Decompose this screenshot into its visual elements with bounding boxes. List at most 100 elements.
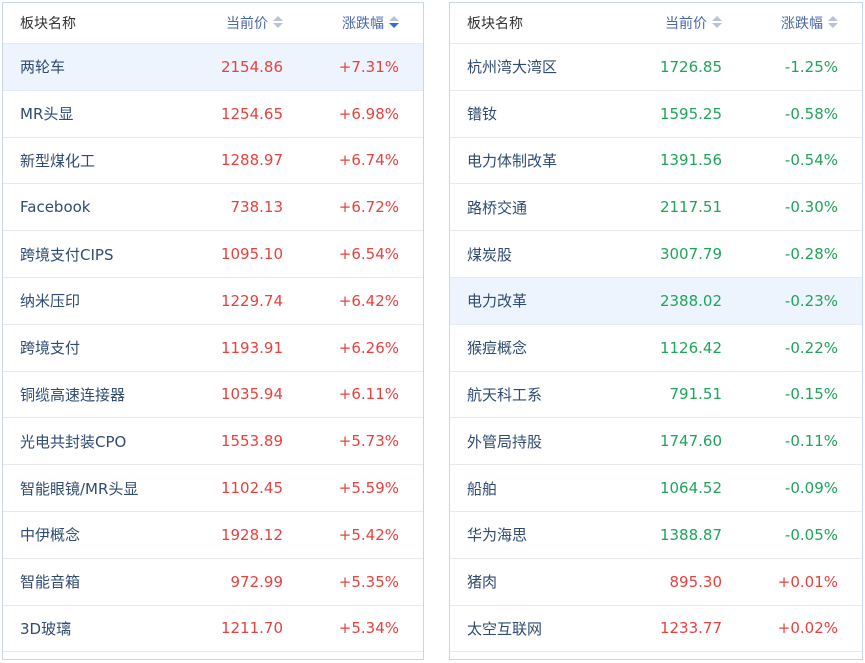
table-row[interactable]: 中伊概念 1928.12 +5.42%	[3, 512, 423, 559]
current-price: 1747.60	[659, 432, 722, 451]
sector-name-link[interactable]: 智能眼镜/MR头显	[20, 465, 138, 511]
sector-name-link[interactable]: 铜缆高速连接器	[20, 372, 125, 418]
table-row[interactable]: 纳米压印 1229.74 +6.42%	[3, 278, 423, 325]
column-header-price-sortable[interactable]: 当前价	[665, 3, 722, 43]
table-body: 两轮车 2154.86 +7.31% MR头显 1254.65 +6.98% 新型煤化工 12…	[3, 44, 423, 653]
sector-name-link[interactable]: 纳米压印	[20, 278, 80, 324]
column-header-price-sortable[interactable]: 当前价	[226, 3, 283, 43]
sector-name-link[interactable]: 电力体制改革	[467, 138, 557, 184]
table-row[interactable]: 煤炭股 3007.79 -0.28%	[450, 231, 862, 278]
current-price: 1233.77	[659, 619, 722, 638]
sector-name-link[interactable]: 杭州湾大湾区	[467, 44, 557, 90]
current-price: 1288.97	[220, 151, 283, 170]
table-row[interactable]: 外管局持股 1747.60 -0.11%	[450, 418, 862, 466]
table-row[interactable]: 跨境支付 1193.91 +6.26%	[3, 325, 423, 372]
change-percent: -0.54%	[784, 151, 838, 170]
column-header-sector-name: 板块名称	[467, 16, 523, 32]
table-row[interactable]: 船舶 1064.52 -0.09%	[450, 465, 862, 512]
change-percent: +5.42%	[338, 525, 399, 544]
change-percent: +6.98%	[338, 104, 399, 123]
current-price: 791.51	[669, 385, 723, 404]
sector-name-link[interactable]: 太空互联网	[467, 606, 542, 652]
sector-name-link[interactable]: 3D玻璃	[20, 606, 71, 652]
table-row[interactable]: 两轮车 2154.86 +7.31%	[3, 44, 423, 91]
table-row[interactable]: 新型煤化工 1288.97 +6.74%	[3, 138, 423, 185]
current-price: 1391.56	[659, 151, 722, 170]
table-header: 板块名称 当前价 涨跌幅	[450, 3, 862, 44]
table-row[interactable]: 华为海思 1388.87 -0.05%	[450, 512, 862, 559]
table-row[interactable]: 镨钕 1595.25 -0.58%	[450, 91, 862, 138]
current-price: 1928.12	[220, 525, 283, 544]
sector-name-link[interactable]: 光电共封装CPO	[20, 418, 126, 464]
table-row[interactable]: 电力体制改革 1391.56 -0.54%	[450, 138, 862, 185]
current-price: 1102.45	[220, 479, 283, 498]
table-row[interactable]: 光电共封装CPO 1553.89 +5.73%	[3, 418, 423, 466]
sector-name-link[interactable]: 外管局持股	[467, 418, 542, 464]
change-percent: +5.35%	[338, 572, 399, 591]
current-price: 895.30	[669, 572, 723, 591]
table-row[interactable]: 铜缆高速连接器 1035.94 +6.11%	[3, 372, 423, 419]
current-price: 1229.74	[220, 291, 283, 310]
change-percent: +6.42%	[338, 291, 399, 310]
change-percent: -0.23%	[784, 291, 838, 310]
sector-name-link[interactable]: 华为海思	[467, 512, 527, 558]
sector-name-link[interactable]: 跨境支付CIPS	[20, 231, 113, 277]
sector-name-link[interactable]: 猴痘概念	[467, 325, 527, 371]
table-row[interactable]: 杭州湾大湾区 1726.85 -1.25%	[450, 44, 862, 91]
left-sector-table: 板块名称 当前价 涨跌幅 两轮车 2154.86 +7.31% MR头显 1254.65…	[2, 2, 424, 660]
column-header-change: 涨跌幅	[342, 16, 384, 32]
current-price: 1595.25	[659, 104, 722, 123]
table-row[interactable]: Facebook 738.13 +6.72%	[3, 184, 423, 232]
sector-name-link[interactable]: 航天科工系	[467, 372, 542, 418]
column-header-price: 当前价	[665, 16, 707, 32]
change-percent: +5.34%	[338, 619, 399, 638]
sector-name-link[interactable]: 路桥交通	[467, 184, 527, 230]
table-row[interactable]: 电力改革 2388.02 -0.23%	[450, 277, 862, 325]
sector-name-link[interactable]: 煤炭股	[467, 231, 512, 277]
right-sector-table: 板块名称 当前价 涨跌幅 杭州湾大湾区 1726.85 -1.25% 镨钕 1595.2…	[449, 2, 863, 660]
table-body: 杭州湾大湾区 1726.85 -1.25% 镨钕 1595.25 -0.58% 电力体制改革…	[450, 44, 862, 653]
change-percent: -0.58%	[784, 104, 838, 123]
current-price: 1126.42	[659, 338, 722, 357]
table-row[interactable]: 太空互联网 1233.77 +0.02%	[450, 606, 862, 653]
table-row[interactable]: 智能眼镜/MR头显 1102.45 +5.59%	[3, 465, 423, 512]
sector-name-link[interactable]: 新型煤化工	[20, 138, 95, 184]
sector-name-link[interactable]: 跨境支付	[20, 325, 80, 371]
change-percent: -1.25%	[784, 57, 838, 76]
change-percent: +5.73%	[338, 432, 399, 451]
sector-name-link[interactable]: 两轮车	[20, 44, 65, 90]
current-price: 1254.65	[220, 104, 283, 123]
table-row[interactable]: 3D玻璃 1211.70 +5.34%	[3, 606, 423, 653]
sector-name-link[interactable]: 电力改革	[467, 278, 527, 324]
change-percent: +6.54%	[338, 245, 399, 264]
sector-name-link[interactable]: Facebook	[20, 184, 90, 230]
table-header: 板块名称 当前价 涨跌幅	[3, 3, 423, 44]
table-row[interactable]: 跨境支付CIPS 1095.10 +6.54%	[3, 231, 423, 278]
current-price: 1388.87	[659, 525, 722, 544]
column-header-change: 涨跌幅	[781, 16, 823, 32]
current-price: 2117.51	[659, 198, 722, 217]
sector-name-link[interactable]: 中伊概念	[20, 512, 80, 558]
current-price: 1211.70	[220, 619, 283, 638]
column-header-change-sortable[interactable]: 涨跌幅	[342, 3, 399, 43]
table-row[interactable]: 航天科工系 791.51 -0.15%	[450, 372, 862, 419]
table-row[interactable]: 猴痘概念 1126.42 -0.22%	[450, 325, 862, 372]
column-header-change-sortable[interactable]: 涨跌幅	[781, 3, 838, 43]
sector-name-link[interactable]: 镨钕	[467, 91, 497, 137]
table-row[interactable]: 智能音箱 972.99 +5.35%	[3, 559, 423, 606]
current-price: 738.13	[230, 198, 284, 217]
table-row[interactable]: MR头显 1254.65 +6.98%	[3, 91, 423, 138]
sort-descending-icon[interactable]	[389, 16, 399, 30]
table-row[interactable]: 路桥交通 2117.51 -0.30%	[450, 184, 862, 232]
current-price: 1064.52	[659, 479, 722, 498]
sort-icon[interactable]	[712, 16, 722, 30]
sector-name-link[interactable]: 智能音箱	[20, 559, 80, 605]
change-percent: +6.26%	[338, 338, 399, 357]
sector-name-link[interactable]: MR头显	[20, 91, 73, 137]
sector-name-link[interactable]: 船舶	[467, 465, 497, 511]
sort-icon[interactable]	[828, 16, 838, 30]
table-row[interactable]: 猪肉 895.30 +0.01%	[450, 559, 862, 606]
current-price: 1553.89	[220, 432, 283, 451]
sort-icon[interactable]	[273, 16, 283, 30]
sector-name-link[interactable]: 猪肉	[467, 559, 497, 605]
